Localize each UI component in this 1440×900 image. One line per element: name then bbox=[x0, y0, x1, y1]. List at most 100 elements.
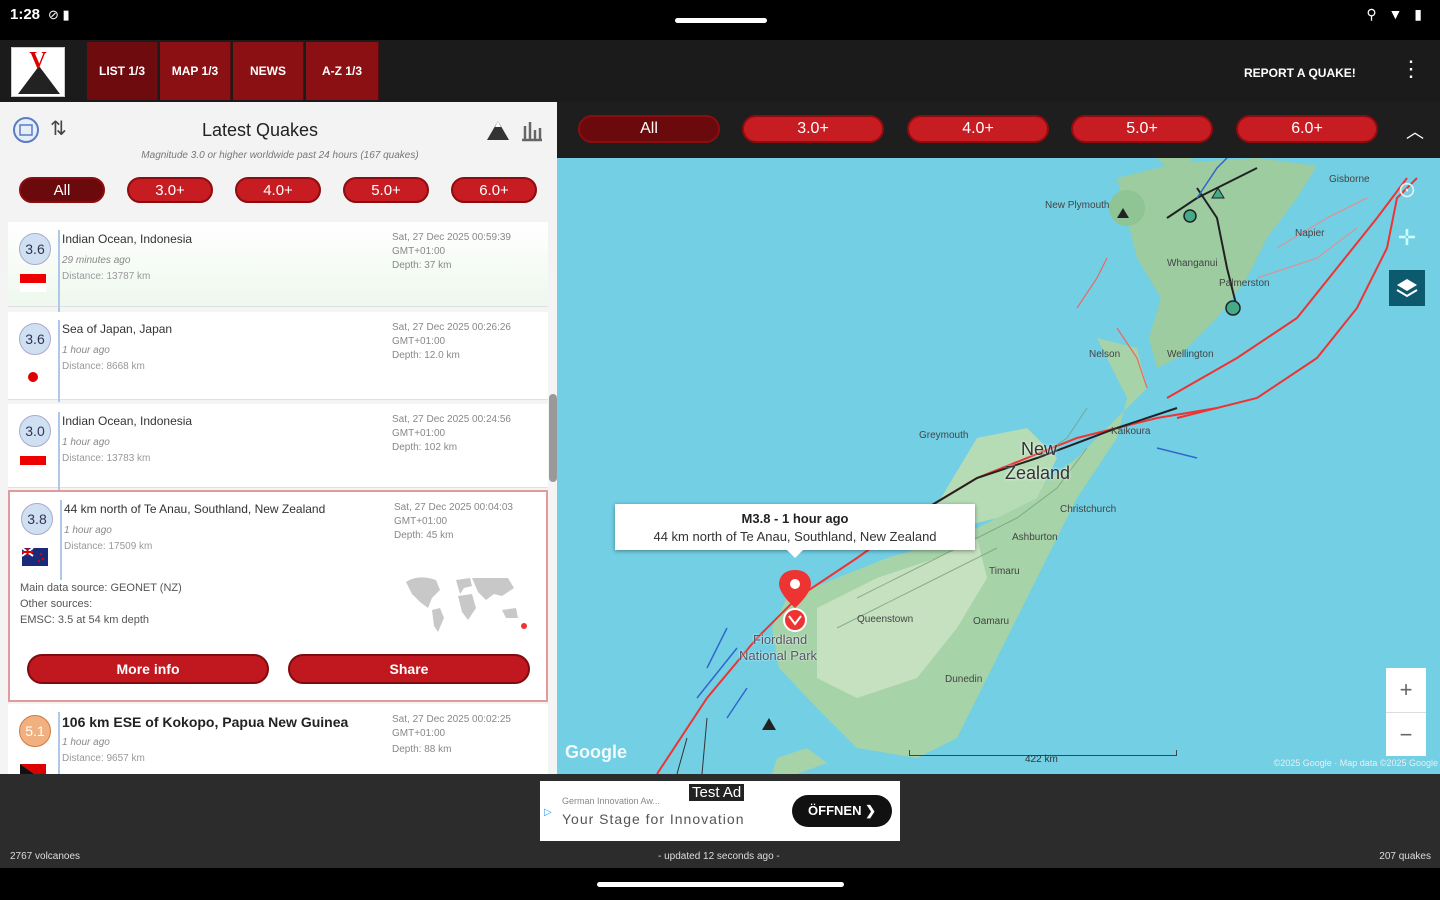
source-other: Other sources: bbox=[20, 598, 93, 610]
filter-all-chip[interactable]: All bbox=[19, 177, 105, 203]
tab-list[interactable]: LIST 1/3 bbox=[87, 42, 158, 100]
system-status-bar: 1:28 ⊘ ▮ ⚲ ▼ ▮ bbox=[0, 0, 1440, 40]
popup-location: 44 km north of Te Anau, Southland, New Z… bbox=[653, 529, 937, 544]
quake-location: 44 km north of Te Anau, Southland, New Z… bbox=[64, 502, 326, 516]
indonesia-flag-icon bbox=[20, 456, 46, 474]
magnitude-badge: 3.8 bbox=[21, 503, 53, 535]
list-subtitle: Magnitude 3.0 or higher worldwide past 2… bbox=[141, 150, 419, 161]
quake-depth: Depth: 88 km bbox=[392, 744, 452, 755]
quake-time-ago: 1 hour ago bbox=[62, 737, 110, 748]
app-logo[interactable]: V bbox=[11, 47, 65, 97]
divider bbox=[58, 230, 60, 312]
filter-5-chip[interactable]: 5.0+ bbox=[343, 177, 429, 203]
map-panel[interactable]: All 3.0+ 4.0+ 5.0+ 6.0+ ︿ New Plymouth N… bbox=[557, 102, 1440, 774]
ad-open-button[interactable]: ÖFFNEN ❯ bbox=[792, 795, 892, 827]
share-button[interactable]: Share bbox=[288, 654, 530, 684]
quake-count: 207 quakes bbox=[1379, 851, 1431, 862]
globe-icon[interactable] bbox=[12, 116, 40, 150]
compass-icon[interactable]: ✛ bbox=[1389, 220, 1425, 256]
map-copyright[interactable]: ©2025 Google · Map data ©2025 Google bbox=[1274, 758, 1438, 768]
quake-date-text: Sat, 27 Dec 2025 00:04:03 bbox=[394, 502, 513, 513]
map-label: Wellington bbox=[1167, 349, 1214, 360]
quake-distance: Distance: 13787 km bbox=[62, 271, 151, 282]
indonesia-flag-icon bbox=[20, 274, 46, 292]
quake-date: Sat, 27 Dec 2025 00:02:25 GMT+01:00 bbox=[392, 713, 542, 741]
quake-time-ago: 1 hour ago bbox=[62, 437, 110, 448]
tab-news[interactable]: NEWS bbox=[233, 42, 304, 100]
quake-list-item[interactable]: 3.6 Indian Ocean, Indonesia 29 minutes a… bbox=[8, 222, 548, 312]
map-scale-label: 422 km bbox=[1025, 754, 1058, 765]
quake-tz: GMT+01:00 bbox=[394, 516, 448, 527]
map-label: Ashburton bbox=[1012, 532, 1058, 543]
chart-icon[interactable] bbox=[520, 118, 544, 148]
report-quake-button[interactable]: REPORT A QUAKE! bbox=[1244, 66, 1356, 80]
quake-tz: GMT+01:00 bbox=[392, 728, 446, 739]
tab-map[interactable]: MAP 1/3 bbox=[160, 42, 231, 100]
quake-list-item[interactable]: 3.0 Indian Ocean, Indonesia 1 hour ago D… bbox=[8, 404, 548, 494]
map-filter-3-chip[interactable]: 3.0+ bbox=[742, 115, 884, 143]
layers-icon[interactable] bbox=[1389, 270, 1425, 306]
my-location-icon[interactable]: ⊙ bbox=[1389, 172, 1425, 208]
divider bbox=[58, 412, 60, 494]
status-time: 1:28 bbox=[10, 6, 41, 23]
map-label: Greymouth bbox=[919, 430, 969, 441]
map-canvas[interactable] bbox=[557, 158, 1440, 774]
quake-tz: GMT+01:00 bbox=[392, 336, 446, 347]
magnitude-badge: 5.1 bbox=[19, 715, 51, 747]
quake-distance: Distance: 17509 km bbox=[64, 541, 153, 552]
volcano-count: 2767 volcanoes bbox=[10, 851, 81, 862]
filter-3-chip[interactable]: 3.0+ bbox=[127, 177, 213, 203]
more-vert-icon[interactable]: ⋮ bbox=[1400, 56, 1422, 82]
ad-info-icon[interactable]: ▷ bbox=[544, 807, 552, 818]
test-ad-tag: Test Ad bbox=[688, 783, 746, 802]
home-gesture-pill[interactable] bbox=[597, 882, 844, 887]
quake-depth: Depth: 102 km bbox=[392, 442, 458, 453]
map-filter-all-chip[interactable]: All bbox=[578, 115, 720, 143]
quake-distance: Distance: 9657 km bbox=[62, 753, 145, 764]
source-emsc: EMSC: 3.5 at 54 km depth bbox=[20, 614, 150, 626]
quake-location: Sea of Japan, Japan bbox=[62, 322, 173, 336]
map-filter-4-chip[interactable]: 4.0+ bbox=[907, 115, 1049, 143]
system-nav-bar bbox=[0, 868, 1440, 900]
google-logo: Google bbox=[565, 742, 627, 762]
quake-date-text: Sat, 27 Dec 2025 00:24:56 bbox=[392, 414, 511, 425]
top-handle bbox=[675, 18, 767, 23]
map-filter-6-chip[interactable]: 6.0+ bbox=[1236, 115, 1378, 143]
map-filter-bar: All 3.0+ 4.0+ 5.0+ 6.0+ ︿ bbox=[557, 102, 1440, 158]
quake-list-item[interactable]: 5.1 106 km ESE of Kokopo, Papua New Guin… bbox=[8, 704, 548, 774]
quake-date: Sat, 27 Dec 2025 00:04:03 GMT+01:00 bbox=[394, 501, 544, 529]
ad-banner[interactable]: Test Ad ▷ German Innovation Aw... Your S… bbox=[540, 781, 900, 841]
quake-date-text: Sat, 27 Dec 2025 00:59:39 bbox=[392, 232, 511, 243]
quake-date-text: Sat, 27 Dec 2025 00:02:25 bbox=[392, 714, 511, 725]
zoom-out-button[interactable]: − bbox=[1386, 712, 1426, 756]
png-flag-icon bbox=[20, 764, 46, 774]
map-label: Kaikoura bbox=[1111, 426, 1151, 437]
more-info-button[interactable]: More info bbox=[27, 654, 269, 684]
country-label-line2: Zealand bbox=[1005, 463, 1071, 483]
filter-6-chip[interactable]: 6.0+ bbox=[451, 177, 537, 203]
chevron-up-icon[interactable]: ︿ bbox=[1406, 118, 1424, 144]
quake-tz: GMT+01:00 bbox=[392, 246, 446, 257]
magnitude-badge: 3.6 bbox=[19, 233, 51, 265]
status-icons-left: ⊘ ▮ bbox=[48, 7, 70, 22]
quake-list-item-expanded[interactable]: 3.8 44 km north of Te Anau, Southland, N… bbox=[8, 490, 548, 702]
quake-location: Indian Ocean, Indonesia bbox=[62, 414, 193, 428]
quake-distance: Distance: 13783 km bbox=[62, 453, 151, 464]
map-label: Timaru bbox=[989, 566, 1020, 577]
logo-v-icon: V bbox=[29, 48, 47, 74]
country-label: New Zealand bbox=[1005, 437, 1070, 485]
tab-a-z[interactable]: A-Z 1/3 bbox=[306, 42, 379, 100]
quake-date-text: Sat, 27 Dec 2025 00:26:26 bbox=[392, 322, 511, 333]
map-label: Oamaru bbox=[973, 616, 1010, 627]
zoom-in-button[interactable]: + bbox=[1386, 668, 1426, 712]
map-label: Gisborne bbox=[1329, 174, 1370, 185]
divider bbox=[60, 500, 62, 580]
sort-icon[interactable]: ⇅ bbox=[50, 116, 67, 141]
quake-list-item[interactable]: 3.6 Sea of Japan, Japan 1 hour ago Dista… bbox=[8, 312, 548, 402]
list-scrollbar[interactable] bbox=[549, 394, 557, 482]
filter-4-chip[interactable]: 4.0+ bbox=[235, 177, 321, 203]
quake-info-popup[interactable]: M3.8 - 1 hour ago 44 km north of Te Anau… bbox=[615, 504, 975, 558]
map-filter-5-chip[interactable]: 5.0+ bbox=[1071, 115, 1213, 143]
volcano-toggle-icon[interactable] bbox=[485, 118, 511, 148]
quake-depth: Depth: 37 km bbox=[392, 260, 452, 271]
